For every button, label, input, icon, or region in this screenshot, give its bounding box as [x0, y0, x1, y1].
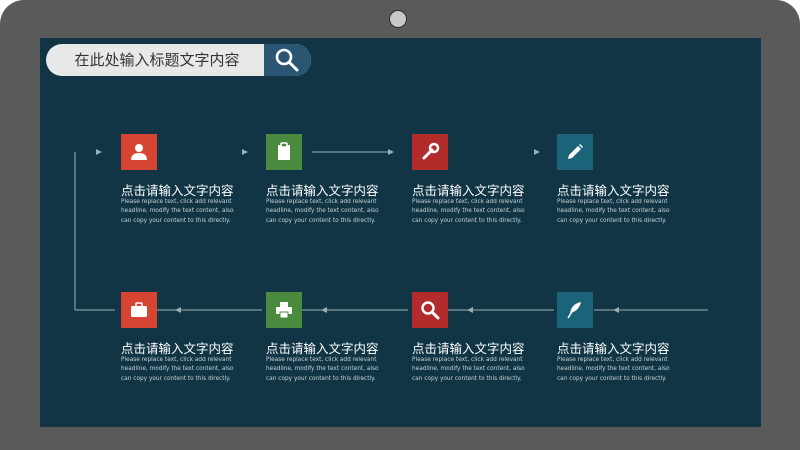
step-icon-box	[121, 292, 157, 328]
quill-icon	[567, 302, 581, 319]
step-title: 点击请输入文字内容	[266, 341, 379, 356]
step-description: Please replace text, click add relevant …	[557, 199, 670, 224]
laptop-frame: 在此处输入标题文字内容 点击请输入文字内容 Please replace tex…	[0, 0, 800, 450]
step-description: Please replace text, click add relevant …	[557, 357, 670, 382]
step-title: 点击请输入文字内容	[557, 183, 670, 198]
step-title: 点击请输入文字内容	[412, 341, 525, 356]
step-title: 点击请输入文字内容	[121, 183, 234, 198]
search-icon	[421, 301, 440, 320]
laptop-screen: 在此处输入标题文字内容 点击请输入文字内容 Please replace tex…	[40, 38, 761, 427]
step-title: 点击请输入文字内容	[557, 341, 670, 356]
step-icon-box	[121, 134, 157, 170]
printer-icon	[276, 302, 292, 319]
step-title: 点击请输入文字内容	[121, 341, 234, 356]
briefcase-icon	[131, 302, 147, 317]
step-title: 点击请输入文字内容	[412, 183, 525, 198]
wrench-icon	[422, 142, 440, 160]
step-description: Please replace text, click add relevant …	[121, 199, 234, 224]
step-description: Please replace text, click add relevant …	[266, 357, 379, 382]
step-icon-box	[266, 134, 302, 170]
user-icon	[131, 144, 147, 160]
camera-dot	[389, 10, 407, 28]
step-title: 点击请输入文字内容	[266, 183, 379, 198]
clipboard-icon	[278, 142, 290, 160]
step-description: Please replace text, click add relevant …	[412, 357, 525, 382]
pencil-icon	[568, 144, 583, 159]
step-icon-box	[412, 292, 448, 328]
step-icon-box	[266, 292, 302, 328]
step-icon-box	[557, 292, 593, 328]
step-description: Please replace text, click add relevant …	[412, 199, 525, 224]
step-icon-box	[412, 134, 448, 170]
step-description: Please replace text, click add relevant …	[121, 357, 234, 382]
step-icon-box	[557, 134, 593, 170]
step-description: Please replace text, click add relevant …	[266, 199, 379, 224]
